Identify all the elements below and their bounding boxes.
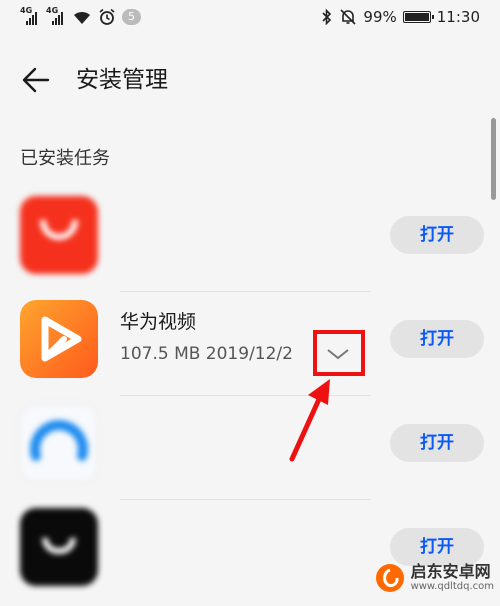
app-icon <box>20 404 98 482</box>
battery-percent: 99% <box>363 8 397 26</box>
signal-icon: 4G <box>20 6 40 25</box>
app-meta: 107.5 MB 2019/12/2 <box>120 344 293 364</box>
watermark: 启东安卓网 www.qdltdq.com <box>375 563 494 593</box>
divider <box>120 499 370 500</box>
status-left: 4G 4G 5 <box>20 6 141 26</box>
installed-app-list: 打开 华为视频 107.5 MB 2019/12/2 打开 打开 打开 <box>0 190 500 606</box>
wifi-icon <box>74 11 90 24</box>
notification-count-badge: 5 <box>122 9 141 25</box>
status-bar: 4G 4G 5 99% 11:30 <box>0 0 500 36</box>
scrollbar[interactable] <box>491 118 496 200</box>
open-button[interactable]: 打开 <box>390 528 484 566</box>
app-header: 安装管理 <box>0 52 500 108</box>
divider <box>120 291 370 292</box>
video-app-icon <box>20 300 98 378</box>
app-icon <box>20 196 98 274</box>
clock: 11:30 <box>436 8 480 26</box>
mute-bell-icon <box>340 9 356 25</box>
battery-icon <box>402 11 434 23</box>
pointer-arrow-icon <box>289 379 330 462</box>
page-title: 安装管理 <box>76 67 168 93</box>
signal-icon: 4G <box>46 6 66 25</box>
list-item[interactable]: 打开 <box>0 398 500 502</box>
alarm-icon <box>99 8 115 25</box>
status-right: 99% 11:30 <box>321 8 480 26</box>
open-button[interactable]: 打开 <box>390 424 484 462</box>
list-item[interactable]: 华为视频 107.5 MB 2019/12/2 打开 <box>0 294 500 398</box>
open-button[interactable]: 打开 <box>390 320 484 358</box>
bluetooth-icon <box>322 8 332 26</box>
watermark-url: www.qdltdq.com <box>410 581 494 592</box>
highlight-box <box>313 330 365 376</box>
app-icon <box>20 508 98 586</box>
back-arrow-icon[interactable] <box>20 64 52 96</box>
list-item[interactable]: 打开 <box>0 190 500 294</box>
open-button[interactable]: 打开 <box>390 216 484 254</box>
watermark-logo-icon <box>375 564 404 592</box>
watermark-title: 启东安卓网 <box>410 562 491 581</box>
app-name: 华为视频 <box>120 311 197 333</box>
section-title: 已安装任务 <box>20 148 110 169</box>
